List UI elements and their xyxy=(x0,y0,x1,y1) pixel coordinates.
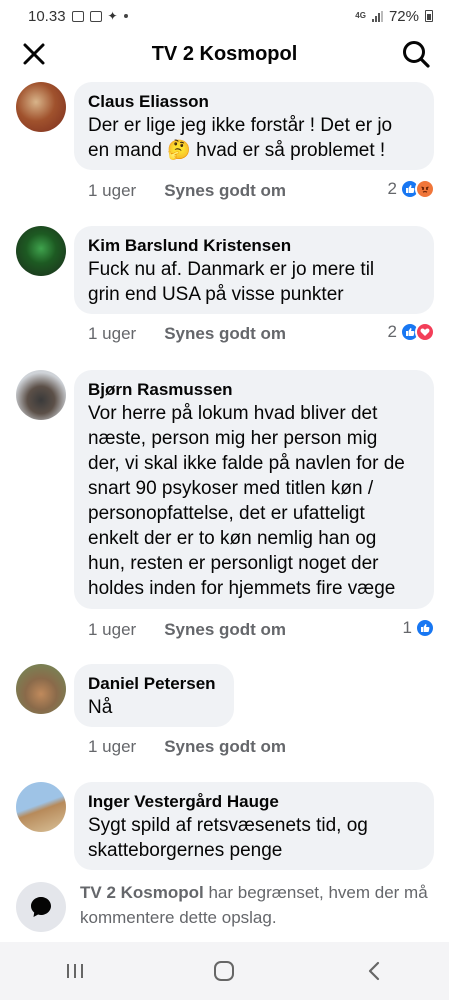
comment-time[interactable]: 1 uger xyxy=(88,737,136,757)
gallery-icon xyxy=(89,10,102,22)
comment-author[interactable]: Kim Barslund Kristensen xyxy=(88,235,420,257)
avatar[interactable] xyxy=(16,226,66,276)
search-icon xyxy=(403,41,430,68)
reaction-count: 2 xyxy=(387,322,397,341)
comment-meta: 1 uger Synes godt om xyxy=(88,620,286,640)
comment-author[interactable]: Daniel Petersen xyxy=(88,673,220,695)
love-reaction-icon xyxy=(415,322,435,342)
avatar[interactable] xyxy=(16,664,66,714)
comment-text: Sygt spild af retsvæsenets tid, og skatt… xyxy=(88,815,368,861)
angry-reaction-icon xyxy=(415,179,435,199)
reaction-summary[interactable]: 1 xyxy=(403,618,435,638)
signal-icon xyxy=(371,10,383,22)
like-reaction-icon xyxy=(415,618,435,638)
comment-bubble[interactable]: Inger Vestergård Hauge Sygt spild af ret… xyxy=(74,782,434,870)
network-type: 4G xyxy=(355,11,366,20)
comment-meta: 1 uger Synes godt om xyxy=(88,181,286,201)
comment-bubble[interactable]: Claus Eliasson Der er lige jeg ikke fors… xyxy=(74,82,434,170)
search-button[interactable] xyxy=(401,39,431,69)
back-icon xyxy=(369,961,380,981)
back-button[interactable] xyxy=(354,951,394,991)
comment-author[interactable]: Bjørn Rasmussen xyxy=(88,379,420,401)
butterfly-icon: ✦ xyxy=(107,9,118,23)
system-nav-bar xyxy=(0,942,449,1000)
battery-percent: 72% xyxy=(388,7,419,25)
restriction-page-name[interactable]: TV 2 Kosmopol xyxy=(80,883,204,902)
comment-restriction-notice: TV 2 Kosmopol har begrænset, hvem der må… xyxy=(0,876,449,938)
comment-text: Nå xyxy=(88,697,113,718)
like-button[interactable]: Synes godt om xyxy=(164,620,286,640)
comment-text: Fuck nu af. Danmark er jo mere til grin … xyxy=(88,259,375,305)
comment-text: Vor herre på lokum hvad bliver det næste… xyxy=(88,403,405,599)
comment-author[interactable]: Claus Eliasson xyxy=(88,91,420,113)
like-button[interactable]: Synes godt om xyxy=(164,324,286,344)
comment-author[interactable]: Inger Vestergård Hauge xyxy=(88,791,420,813)
restriction-text: TV 2 Kosmopol har begrænset, hvem der må… xyxy=(80,880,430,930)
reaction-summary[interactable]: 2 xyxy=(388,179,435,199)
comment-bubble[interactable]: Bjørn Rasmussen Vor herre på lokum hvad … xyxy=(74,370,434,609)
close-icon xyxy=(23,43,45,65)
comment-text: Der er lige jeg ikke forstår ! Det er jo… xyxy=(88,115,393,161)
comment-time[interactable]: 1 uger xyxy=(88,181,136,201)
comment-time[interactable]: 1 uger xyxy=(88,324,136,344)
gmail-icon xyxy=(71,10,84,22)
like-button[interactable]: Synes godt om xyxy=(164,737,286,757)
avatar[interactable] xyxy=(16,82,66,132)
reaction-count: 1 xyxy=(402,618,412,637)
comment-bubble[interactable]: Kim Barslund Kristensen Fuck nu af. Danm… xyxy=(74,226,434,314)
page-title: TV 2 Kosmopol xyxy=(151,42,298,65)
avatar[interactable] xyxy=(16,782,66,832)
speech-bubble-icon xyxy=(16,882,66,932)
comment-meta: 1 uger Synes godt om xyxy=(88,324,286,344)
comment-bubble[interactable]: Daniel Petersen Nå xyxy=(74,664,234,727)
recent-apps-button[interactable] xyxy=(55,951,95,991)
recent-apps-icon xyxy=(66,964,83,978)
home-icon xyxy=(214,961,235,981)
status-time: 10.33 xyxy=(28,7,66,25)
reaction-count: 2 xyxy=(387,179,397,198)
status-left: 10.33 ✦ xyxy=(28,8,128,25)
top-app-bar: TV 2 Kosmopol xyxy=(0,32,449,76)
battery-icon xyxy=(425,10,433,22)
close-button[interactable] xyxy=(20,40,48,68)
home-button[interactable] xyxy=(204,951,244,991)
notification-dot-icon xyxy=(123,14,128,18)
avatar[interactable] xyxy=(16,370,66,420)
comment-meta: 1 uger Synes godt om xyxy=(88,737,286,757)
status-bar: 10.33 ✦ 4G 72% xyxy=(0,0,449,32)
reaction-summary[interactable]: 2 xyxy=(388,322,435,342)
like-button[interactable]: Synes godt om xyxy=(164,181,286,201)
status-right: 4G 72% xyxy=(355,8,433,25)
comment-time[interactable]: 1 uger xyxy=(88,620,136,640)
